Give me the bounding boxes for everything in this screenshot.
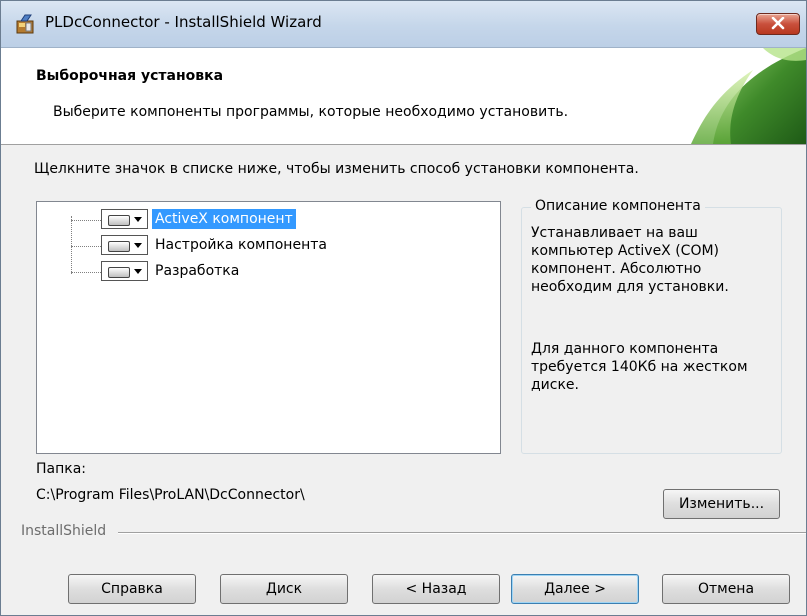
- feature-install-dropdown[interactable]: [101, 261, 148, 281]
- tree-connector: [71, 246, 101, 247]
- back-button[interactable]: < Назад: [372, 574, 500, 604]
- instruction-text: Щелкните значок в списке ниже, чтобы изм…: [34, 161, 639, 177]
- close-button[interactable]: [756, 13, 800, 35]
- folder-label: Папка:: [36, 461, 87, 477]
- prolan-logo: [691, 48, 806, 144]
- feature-install-dropdown[interactable]: [101, 209, 148, 229]
- description-legend: Описание компонента: [531, 198, 705, 214]
- logo-wordmark: PRLLAN: [53, 114, 125, 132]
- feature-label[interactable]: Разработка: [152, 261, 242, 281]
- feature-row-development[interactable]: Разработка: [37, 260, 497, 284]
- installer-app-icon: [16, 14, 34, 34]
- disk-button[interactable]: Диск: [220, 574, 348, 604]
- change-folder-button[interactable]: Изменить...: [663, 489, 780, 519]
- feature-label[interactable]: Настройка компонента: [152, 235, 330, 255]
- feature-row-settings[interactable]: Настройка компонента: [37, 234, 497, 258]
- drive-icon: [108, 267, 130, 278]
- dropdown-arrow-icon: [134, 243, 142, 248]
- drive-icon: [108, 215, 130, 226]
- cancel-button[interactable]: Отмена: [662, 574, 790, 604]
- page-title: Выборочная установка: [36, 68, 224, 84]
- next-button[interactable]: Далее >: [511, 574, 639, 604]
- feature-tree[interactable]: ActiveX компонент Настройка компонента Р…: [36, 201, 501, 454]
- footer-divider: [118, 532, 806, 534]
- disk-space-text: Для данного компонента требуется 140Кб н…: [531, 341, 748, 393]
- tree-connector: [71, 272, 101, 273]
- feature-row-activex[interactable]: ActiveX компонент: [37, 208, 497, 232]
- dropdown-arrow-icon: [134, 217, 142, 222]
- feature-label[interactable]: ActiveX компонент: [152, 209, 296, 229]
- folder-path: C:\Program Files\ProLAN\DcConnector\: [36, 487, 305, 503]
- page-subtitle: Выберите компоненты программы, которые н…: [53, 104, 569, 120]
- tree-connector: [71, 220, 101, 221]
- close-icon: [771, 17, 785, 30]
- description-text: Устанавливает на ваш компьютер ActiveX (…: [531, 225, 729, 295]
- header-banner: Выборочная установка Выберите компоненты…: [1, 48, 806, 145]
- dropdown-arrow-icon: [134, 269, 142, 274]
- help-button[interactable]: Справка: [68, 574, 196, 604]
- feature-install-dropdown[interactable]: [101, 235, 148, 255]
- title-bar[interactable]: PLDcConnector - InstallShield Wizard: [1, 1, 806, 48]
- drive-icon: [108, 241, 130, 252]
- installshield-brand: InstallShield: [21, 523, 107, 539]
- window-title: PLDcConnector - InstallShield Wizard: [45, 13, 322, 31]
- installer-window: PLDcConnector - InstallShield Wizard Выб…: [0, 0, 807, 616]
